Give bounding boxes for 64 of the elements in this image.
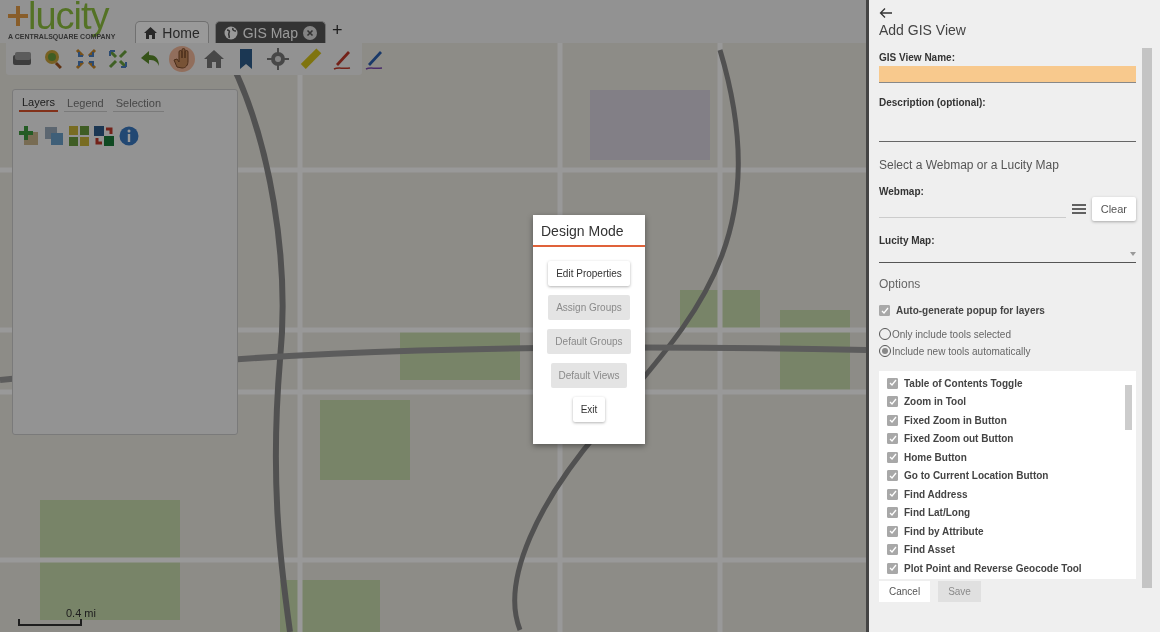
footer-button[interactable]: Cancel [879,581,931,602]
panel-title: Add GIS View [879,22,967,38]
info-icon[interactable] [119,126,139,146]
checkbox-label: Plot Point and Reverse Geocode Tool [904,562,1082,574]
checkbox[interactable] [887,414,898,426]
tab[interactable]: Home [135,21,209,43]
panel-tab[interactable]: Legend [64,94,107,112]
checkbox[interactable] [887,507,898,519]
checkbox-label: Find Lat/Long [904,507,971,519]
swap-icon[interactable] [94,126,114,146]
checkbox[interactable] [887,396,898,408]
checkbox[interactable] [887,562,898,574]
checkbox[interactable] [887,433,898,445]
field-label: GIS View Name: [879,52,956,63]
checkbox-label: Find by Attribute [904,525,984,537]
globe-icon [223,25,238,40]
back-arrow-icon[interactable] [879,6,893,20]
checkbox-label: Fixed Zoom out Button [904,433,1014,445]
checkbox-label: Zoom in Tool [904,396,967,408]
caret-icon[interactable] [1130,252,1136,256]
checkbox[interactable] [887,525,898,537]
zoom-in-tool-icon[interactable] [73,46,99,72]
add-tab-button[interactable]: + [331,20,343,43]
clear-button[interactable]: Clear [1091,197,1136,221]
locate-tool-icon[interactable] [265,46,291,72]
name-field[interactable] [879,66,1136,83]
dialog-title: Design Mode [533,215,645,247]
section-heading: Select a Webmap or a Lucity Map [879,158,1060,172]
panel-tab[interactable]: Selection [112,94,164,112]
checkbox-label: Table of Contents Toggle [904,377,1023,389]
close-icon[interactable] [302,25,317,40]
checkbox-label: Fixed Zoom in Button [904,414,1007,426]
scale-label: 0.4 mi [66,607,96,619]
checkbox[interactable] [887,544,898,556]
home-icon [144,26,158,39]
scrollbar[interactable] [1142,48,1152,588]
checkbox-label: Find Address [904,488,968,500]
grid-icon[interactable] [69,126,89,146]
add-layer-icon[interactable] [19,126,39,146]
checkbox-label: Find Asset [904,544,955,556]
checkbox-label: Home Button [904,451,967,463]
checkbox-label: Go to Current Location Button [904,470,1049,482]
field-label: Webmap: [879,186,925,197]
menu-icon[interactable] [1071,203,1086,215]
dialog-button[interactable]: Exit [572,397,606,422]
checkbox[interactable] [887,488,898,500]
dialog-button[interactable]: Edit Properties [548,261,630,286]
field-label: Lucity Map: [879,235,936,246]
field-label: Description (optional): [879,97,987,108]
pan-tool-icon[interactable] [169,46,195,72]
section-heading: Options [879,277,922,291]
checkbox[interactable] [887,451,898,463]
panel-tab[interactable]: Layers [19,94,59,112]
tab[interactable]: GIS Map [214,21,326,43]
maps-icon[interactable] [44,126,64,146]
checkbox[interactable] [887,470,898,482]
scrollbar[interactable] [1125,385,1132,430]
scale-bar [18,619,82,626]
cross-logo-icon [8,6,28,26]
checkbox[interactable] [887,377,898,389]
radio-label: Include new tools automatically [892,345,1031,357]
radio-label: Only include tools selected [892,328,1011,340]
checkbox-label: Auto-generate popup for layers [896,305,1045,316]
checkbox[interactable] [879,305,890,316]
